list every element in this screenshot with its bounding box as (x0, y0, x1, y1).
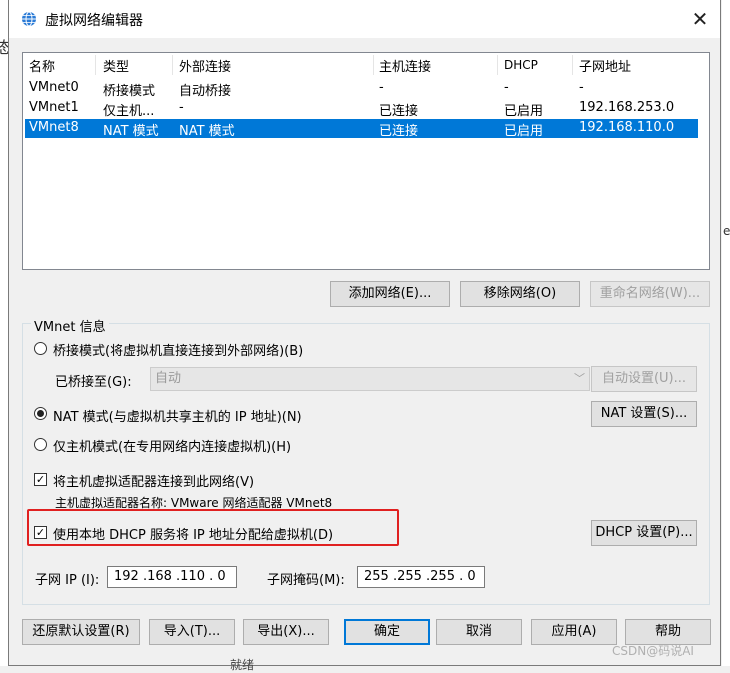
import-button[interactable]: 导入(T)... (149, 619, 235, 645)
subnet-mask-input[interactable]: 255 .255 .255 . 0 (357, 566, 485, 588)
network-list[interactable]: 名称 类型 外部连接 主机连接 DHCP 子网地址 VMnet0 桥接模式 自动… (22, 52, 710, 270)
watermark: CSDN@码说AI (612, 644, 694, 658)
network-globe-icon (22, 11, 36, 27)
background-status-text: 就绪 (230, 658, 255, 672)
background-window-right: er (722, 0, 730, 666)
cell-external: - (179, 100, 184, 115)
remove-network-button[interactable]: 移除网络(O) (460, 281, 580, 307)
column-header-name[interactable]: 名称 (29, 56, 55, 75)
nat-mode-radio[interactable] (34, 407, 47, 420)
subnet-ip-label: 子网 IP (I): (35, 573, 100, 588)
connect-adapter-label[interactable]: 将主机虚拟适配器连接到此网络(V) (53, 471, 254, 490)
cell-host: 已连接 (379, 124, 419, 139)
cell-external: 自动桥接 (179, 84, 232, 99)
bridged-to-value: 自动 (155, 371, 182, 386)
background-glyph-right: er (723, 224, 730, 238)
cell-subnet: 192.168.253.0 (579, 100, 675, 115)
cell-dhcp: 已启用 (504, 104, 544, 119)
apply-button[interactable]: 应用(A) (531, 619, 617, 645)
annotation-highlight-box (27, 509, 399, 546)
group-title: VMnet 信息 (31, 316, 109, 335)
ok-button[interactable]: 确定 (344, 619, 430, 645)
list-header: 名称 类型 外部连接 主机连接 DHCP 子网地址 (23, 53, 709, 77)
chevron-down-icon: ﹀ (574, 372, 585, 385)
bridged-to-select[interactable]: 自动 ﹀ (150, 367, 590, 391)
table-row-selected[interactable]: VMnet8 NAT 模式 NAT 模式 已连接 已启用 192.168.110… (25, 119, 698, 139)
dhcp-settings-button[interactable]: DHCP 设置(P)... (591, 520, 697, 546)
subnet-ip-input[interactable]: 192 .168 .110 . 0 (107, 566, 237, 588)
cell-type: NAT 模式 (103, 124, 159, 139)
window-title: 虚拟网络编辑器 (45, 13, 143, 29)
bridged-to-label: 已桥接至(G): (55, 375, 132, 390)
cell-external: NAT 模式 (179, 124, 235, 139)
add-network-button[interactable]: 添加网络(E)... (330, 281, 450, 307)
cell-name: VMnet8 (29, 120, 79, 135)
title-bar: 虚拟网络编辑器 ✕ (9, 0, 720, 38)
column-header-type[interactable]: 类型 (103, 56, 129, 75)
cell-type: 仅主机... (103, 104, 155, 119)
auto-settings-button[interactable]: 自动设置(U)... (591, 366, 697, 392)
restore-defaults-button[interactable]: 还原默认设置(R) (22, 619, 140, 645)
column-header-dhcp[interactable]: DHCP (504, 58, 538, 76)
column-header-host[interactable]: 主机连接 (379, 56, 431, 75)
bridged-mode-radio[interactable] (34, 342, 47, 355)
cell-name: VMnet0 (29, 80, 79, 95)
close-icon[interactable]: ✕ (685, 6, 715, 32)
connect-adapter-checkbox[interactable]: ✓ (34, 473, 47, 486)
cell-dhcp: - (504, 80, 509, 95)
cell-name: VMnet1 (29, 100, 79, 115)
nat-mode-label[interactable]: NAT 模式(与虚拟机共享主机的 IP 地址)(N) (53, 406, 302, 425)
column-header-external[interactable]: 外部连接 (179, 56, 231, 75)
virtual-network-editor-dialog: 虚拟网络编辑器 ✕ 名称 类型 外部连接 主机连接 DHCP 子网地址 VMne… (8, 0, 721, 666)
cell-host: - (379, 80, 384, 95)
bridged-mode-label[interactable]: 桥接模式(将虚拟机直接连接到外部网络)(B) (53, 340, 303, 359)
checkmark-icon: ✓ (35, 473, 46, 486)
cancel-button[interactable]: 取消 (436, 619, 522, 645)
column-header-subnet[interactable]: 子网地址 (579, 56, 631, 75)
export-button[interactable]: 导出(X)... (243, 619, 329, 645)
cell-host: 已连接 (379, 104, 419, 119)
host-only-mode-radio[interactable] (34, 438, 47, 451)
rename-network-button[interactable]: 重命名网络(W)... (590, 281, 710, 307)
table-row[interactable]: VMnet0 桥接模式 自动桥接 - - - (25, 79, 698, 99)
nat-settings-button[interactable]: NAT 设置(S)... (591, 401, 697, 427)
cell-subnet: 192.168.110.0 (579, 120, 675, 135)
cell-subnet: - (579, 80, 584, 95)
cell-dhcp: 已启用 (504, 124, 544, 139)
host-only-mode-label[interactable]: 仅主机模式(在专用网络内连接虚拟机)(H) (53, 436, 291, 455)
cell-type: 桥接模式 (103, 84, 156, 99)
table-row[interactable]: VMnet1 仅主机... - 已连接 已启用 192.168.253.0 (25, 99, 698, 119)
subnet-mask-label: 子网掩码(M): (267, 573, 345, 588)
